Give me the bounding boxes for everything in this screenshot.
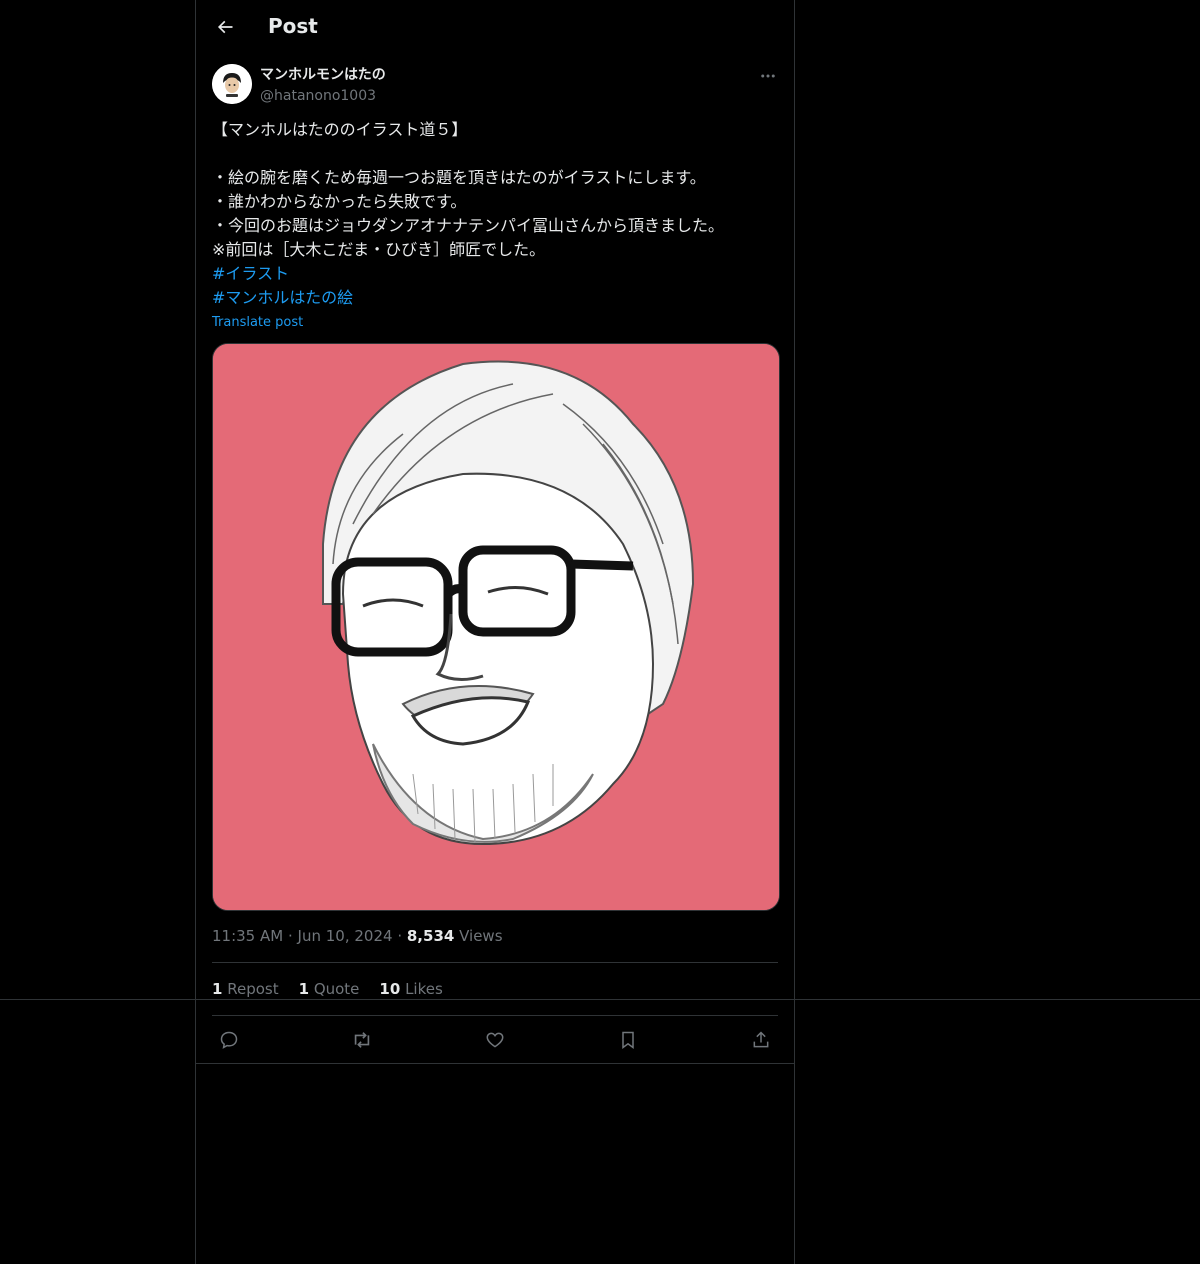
likes-stat[interactable]: 10 Likes — [379, 979, 442, 999]
illustration-portrait — [213, 344, 779, 910]
likes-label: Likes — [405, 980, 443, 998]
like-button[interactable] — [478, 1023, 512, 1057]
page-title: Post — [268, 14, 318, 38]
post-time[interactable]: 11:35 AM — [212, 927, 283, 945]
post-line: ※前回は［大木こだま・ひびき］師匠でした。 — [212, 240, 546, 259]
post-line-blank: ​ — [212, 142, 778, 166]
bookmark-icon — [622, 1031, 634, 1049]
avatar-image — [212, 64, 252, 104]
hashtag-link[interactable]: #マンホルはたの絵 — [212, 286, 778, 310]
post-line: ・誰かわからなかったら失敗です。 — [212, 192, 467, 211]
separator-dot: · — [287, 927, 298, 945]
engagement-stats: 1 Repost 1 Quote 10 Likes — [212, 979, 443, 999]
separator-dot: · — [397, 927, 407, 945]
repost-icon — [354, 1032, 370, 1048]
reposts-label: Repost — [227, 980, 279, 998]
back-button[interactable] — [208, 10, 242, 44]
author-handle[interactable]: @hatanono1003 — [260, 86, 376, 106]
divider — [212, 1015, 778, 1016]
divider — [196, 1063, 794, 1064]
reply-icon — [220, 1031, 238, 1049]
arrow-left-icon — [217, 20, 233, 34]
post-image[interactable] — [212, 343, 780, 911]
more-options-button[interactable] — [756, 64, 780, 88]
bookmark-button[interactable] — [611, 1023, 645, 1057]
views-count: 8,534 — [406, 927, 455, 945]
more-icon — [761, 74, 775, 78]
reposts-count: 1 — [212, 980, 223, 998]
post-line: 【マンホルはたののイラスト道５】 — [212, 120, 468, 139]
author-display-name[interactable]: マンホルモンはたの — [260, 65, 386, 85]
quotes-label: Quote — [313, 980, 360, 998]
post-line: ・絵の腕を磨くため毎週一つお題を頂きはたのがイラストにします。 — [212, 168, 706, 187]
likes-count: 10 — [379, 980, 401, 998]
views-label: Views — [459, 927, 503, 945]
hashtag-link[interactable]: #イラスト — [212, 262, 778, 286]
like-icon — [486, 1032, 504, 1048]
quotes-stat[interactable]: 1 Quote — [299, 979, 360, 999]
header: Post — [196, 0, 794, 53]
share-icon — [753, 1031, 769, 1048]
viewport-fold-line — [0, 999, 1200, 1000]
reply-button[interactable] — [212, 1023, 246, 1057]
post-line: ・今回のお題はジョウダンアオナナテンパイ冨山さんから頂きました。 — [212, 216, 725, 235]
post-column: Post マンホルモンはたの @hatanono1003 【マンホルはたののイラ… — [195, 0, 795, 1264]
translate-post-link[interactable]: Translate post — [212, 314, 303, 332]
reposts-stat[interactable]: 1 Repost — [212, 979, 279, 999]
post-date[interactable]: Jun 10, 2024 — [298, 927, 393, 945]
divider — [212, 962, 778, 963]
share-button[interactable] — [744, 1023, 778, 1057]
repost-button[interactable] — [345, 1023, 379, 1057]
post-timestamp: 11:35 AM · Jun 10, 2024 · 8,534 Views — [212, 926, 503, 946]
action-bar — [212, 1024, 778, 1056]
avatar[interactable] — [212, 64, 252, 104]
quotes-count: 1 — [298, 980, 310, 998]
post-text: 【マンホルはたののイラスト道５】 ​ ・絵の腕を磨くため毎週一つお題を頂きはたのがイ… — [212, 118, 778, 310]
